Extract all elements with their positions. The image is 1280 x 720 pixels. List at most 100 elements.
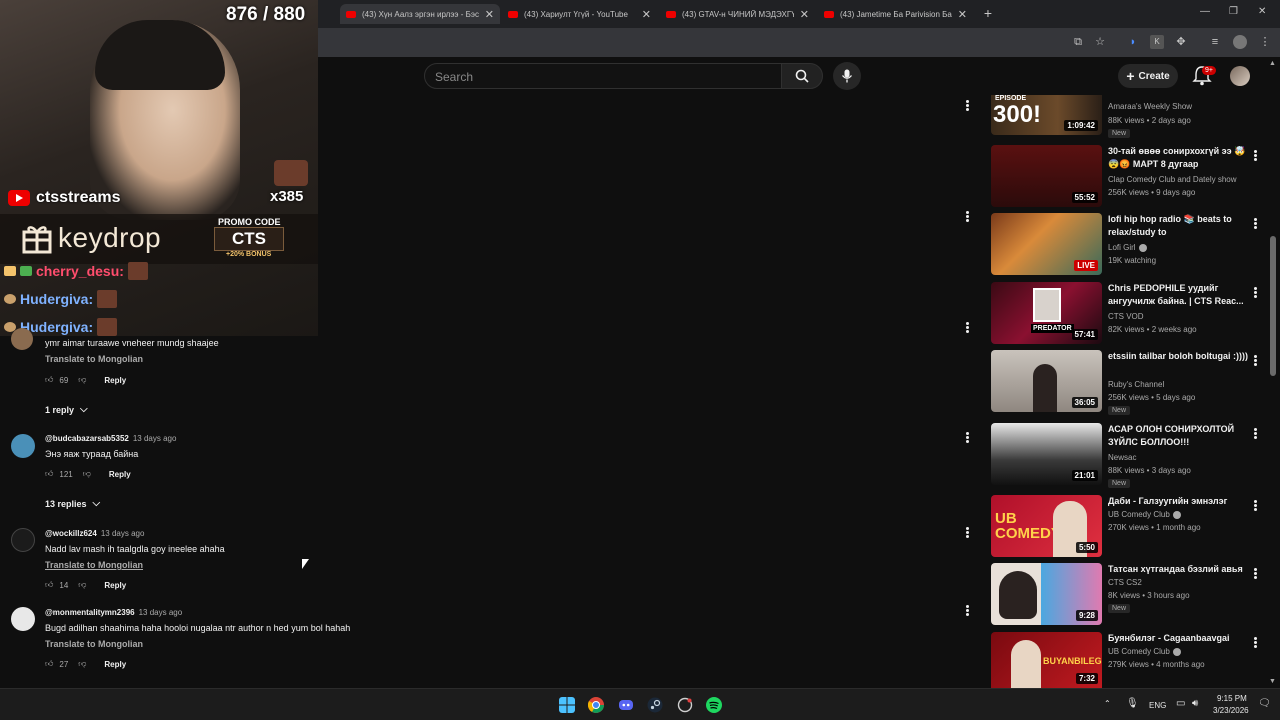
extension-k-icon[interactable]: K [1150,35,1164,49]
more-options-icon[interactable] [962,604,972,618]
install-app-icon[interactable]: ⧉ [1071,35,1085,49]
minimize-button[interactable]: — [1200,6,1210,17]
recommended-video[interactable]: 9:28 Татсан хүтгандаа бэзлий авья CTS CS… [991,563,1266,625]
close-tab-icon[interactable]: ✕ [642,8,651,21]
chrome-icon[interactable] [588,697,604,713]
video-title[interactable]: 30-тай өвөө сонирхохгүй ээ 🤯😨😡 МАРТ 8 ду… [1108,145,1248,171]
close-tab-icon[interactable]: ✕ [485,8,494,21]
video-channel[interactable]: Lofi Girl [1108,243,1147,252]
more-options-icon[interactable] [1250,499,1260,513]
extensions-puzzle-icon[interactable]: ✥ [1174,35,1188,49]
scroll-up-arrow-icon[interactable]: ▲ [1269,60,1276,67]
replies-toggle[interactable]: 13 replies ⌵ [45,498,100,509]
more-options-icon[interactable] [1250,149,1260,163]
video-channel[interactable]: Clap Comedy Club and Dately show [1108,175,1237,184]
close-tab-icon[interactable]: ✕ [958,8,967,21]
comment-author[interactable]: @wockillz624 [45,529,97,538]
close-window-button[interactable]: ✕ [1258,6,1266,17]
search-input[interactable]: Search [424,63,782,89]
maximize-button[interactable]: ❐ [1229,6,1238,17]
app-icon[interactable] [677,697,693,713]
comment-author[interactable]: @monmentalitymn2396 [45,608,135,617]
browser-menu-icon[interactable]: ⋮ [1258,35,1272,49]
comment-author[interactable]: @budcabazarsab5352 [45,434,129,443]
more-options-icon[interactable] [1250,354,1260,368]
dislike-icon[interactable]: 👎︎ [83,469,91,479]
recommended-video[interactable]: 55:52 30-тай өвөө сонирхохгүй ээ 🤯😨😡 МАР… [991,145,1266,207]
discord-icon[interactable] [618,697,634,713]
video-channel[interactable]: Ruby's Channel [1108,380,1164,389]
translate-link[interactable]: Translate to Mongolian [45,354,143,364]
comment-date[interactable]: 13 days ago [139,608,183,617]
video-title[interactable]: Буянбилэг - Cagaanbaavgai [1108,632,1248,645]
comment-avatar[interactable] [11,328,33,350]
page-scrollbar-thumb[interactable] [1270,236,1276,376]
video-title[interactable]: etssiin tailbar boloh boltugai :)))) [1108,350,1248,363]
profile-avatar-icon[interactable] [1233,35,1247,49]
comment-date[interactable]: 13 days ago [101,529,145,538]
video-thumbnail[interactable]: 55:52 [991,145,1102,207]
close-tab-icon[interactable]: ✕ [800,8,809,21]
video-thumbnail[interactable]: EPISODE 300! 1:09:42 [991,95,1102,135]
clock-time[interactable]: 9:15 PM [1217,694,1247,703]
video-channel[interactable]: CTS CS2 [1108,578,1142,587]
video-thumbnail[interactable]: 21:01 [991,423,1102,485]
recommended-video[interactable]: 21:01 АСАР ОЛОН СОНИРХОЛТОЙ ЗҮЙЛС БОЛЛОО… [991,423,1266,488]
comment-avatar[interactable] [11,434,35,458]
more-options-icon[interactable] [962,321,972,335]
recommended-video[interactable]: 36:05 etssiin tailbar boloh boltugai :))… [991,350,1266,415]
account-avatar[interactable] [1230,66,1250,86]
language-indicator[interactable]: ENG [1149,701,1166,710]
more-options-icon[interactable] [1250,286,1260,300]
like-icon[interactable]: 👍︎ [45,375,53,385]
windows-start-icon[interactable] [559,697,575,713]
steam-icon[interactable] [647,697,663,713]
create-button[interactable]: + Create [1118,64,1178,88]
search-button[interactable] [781,63,823,89]
translate-link[interactable]: Translate to Mongolian [45,639,143,649]
video-thumbnail[interactable]: 9:28 [991,563,1102,625]
video-title[interactable]: Chris PEDOPHILE уудийг ангуучилж байна. … [1108,282,1248,308]
like-icon[interactable]: 👍︎ [45,469,53,479]
recommended-video[interactable]: PREDATOR 57:41 Chris PEDOPHILE уудийг ан… [991,282,1266,344]
reply-button[interactable]: Reply [104,660,126,669]
video-channel[interactable]: CTS VOD [1108,312,1144,321]
more-options-icon[interactable] [1250,427,1260,441]
reply-button[interactable]: Reply [109,470,131,479]
like-icon[interactable]: 👍︎ [45,659,53,669]
video-thumbnail[interactable]: LIVE [991,213,1102,275]
tray-overflow-icon[interactable]: ⌃ [1104,699,1111,708]
notifications-center-icon[interactable]: 🗨︎ [1258,698,1271,709]
video-title[interactable]: АСАР ОЛОН СОНИРХОЛТОЙ ЗҮЙЛС БОЛЛОО!!! [1108,423,1248,449]
clock-date[interactable]: 3/23/2026 [1213,706,1249,715]
more-options-icon[interactable] [962,99,972,113]
dislike-icon[interactable]: 👎︎ [78,580,86,590]
reply-button[interactable]: Reply [104,581,126,590]
more-options-icon[interactable] [962,526,972,540]
recommended-video[interactable]: LIVE lofi hip hop radio 📚 beats to relax… [991,213,1266,275]
video-channel[interactable]: Amaraa's Weekly Show [1108,102,1192,111]
network-icon[interactable]: ▭ [1176,698,1185,709]
new-tab-button[interactable]: + [980,4,996,22]
video-channel[interactable]: Newsac [1108,453,1136,462]
video-thumbnail[interactable]: UB COMEDY 5:50 [991,495,1102,557]
browser-tab[interactable]: (43) Хариулт Үгүй - YouTube ✕ [502,4,657,24]
comment-date[interactable]: 13 days ago [133,434,177,443]
video-channel[interactable]: UB Comedy Club [1108,647,1181,656]
bookmark-star-icon[interactable]: ☆ [1093,35,1107,49]
video-thumbnail[interactable]: BUYANBILEG 7:32 [991,632,1102,688]
extension-icon[interactable]: ◗ [1126,35,1140,49]
translate-link[interactable]: Translate to Mongolian [45,560,143,570]
volume-icon[interactable]: 🔊︎ [1192,698,1198,709]
reply-button[interactable]: Reply [104,376,126,385]
like-icon[interactable]: 👍︎ [45,580,53,590]
more-options-icon[interactable] [962,210,972,224]
video-channel[interactable]: UB Comedy Club [1108,510,1181,519]
more-options-icon[interactable] [1250,217,1260,231]
dislike-icon[interactable]: 👎︎ [78,659,86,669]
comment-avatar[interactable] [11,607,35,631]
voice-search-button[interactable] [833,62,861,90]
recommended-video[interactable]: UB COMEDY 5:50 Даби - Галзуугийн эмнэлэг… [991,495,1266,557]
browser-tab[interactable]: (43) GTAV-н ЧИНИЙ МЭДЭХГҮЙ ✕ [660,4,815,24]
video-thumbnail[interactable]: 36:05 [991,350,1102,412]
